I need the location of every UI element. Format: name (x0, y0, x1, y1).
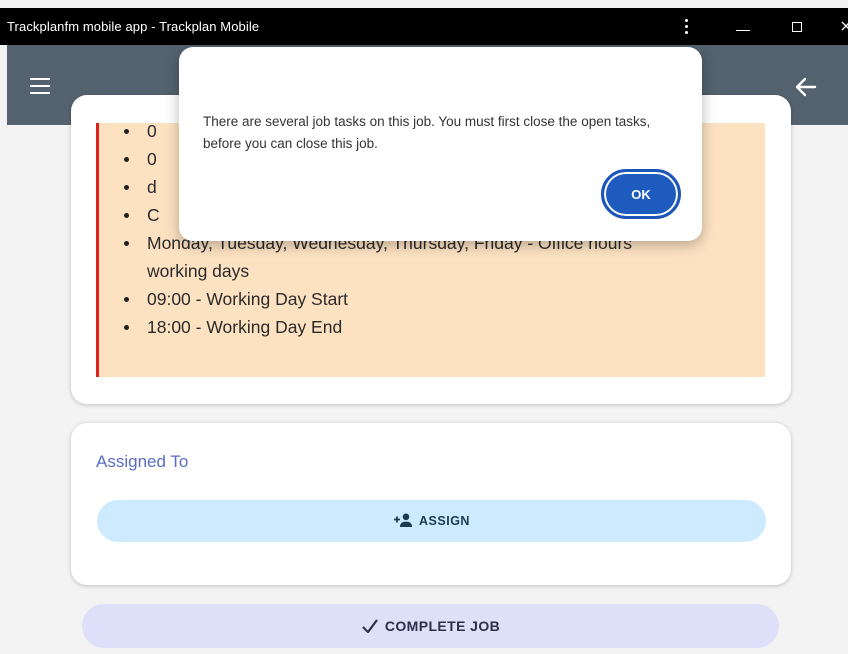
close-window-icon[interactable] (836, 8, 848, 45)
arrow-left-icon[interactable] (795, 77, 817, 97)
complete-job-button[interactable]: COMPLETE JOB (82, 604, 779, 648)
maximize-icon[interactable] (783, 8, 813, 45)
complete-job-label: COMPLETE JOB (384, 618, 501, 634)
alert-dialog: There are several job tasks on this job.… (179, 47, 702, 241)
assign-button[interactable]: ASSIGN (97, 500, 766, 542)
dialog-message: There are several job tasks on this job.… (203, 114, 651, 151)
minimize-icon[interactable] (728, 8, 758, 45)
window-titlebar: Trackplanfm mobile app - Trackplan Mobil… (0, 8, 848, 45)
hamburger-menu-icon[interactable] (30, 78, 50, 94)
more-options-icon[interactable] (672, 8, 702, 45)
ok-button[interactable]: OK (601, 169, 681, 219)
notice-item: 18:00 - Working Day End (124, 313, 747, 341)
assign-button-label: ASSIGN (419, 514, 470, 528)
checkmark-icon (362, 619, 378, 634)
window-title: Trackplanfm mobile app - Trackplan Mobil… (7, 19, 260, 34)
assigned-to-label: Assigned To (96, 452, 189, 471)
person-add-icon (394, 513, 413, 527)
notice-item: 09:00 - Working Day Start (124, 285, 747, 313)
